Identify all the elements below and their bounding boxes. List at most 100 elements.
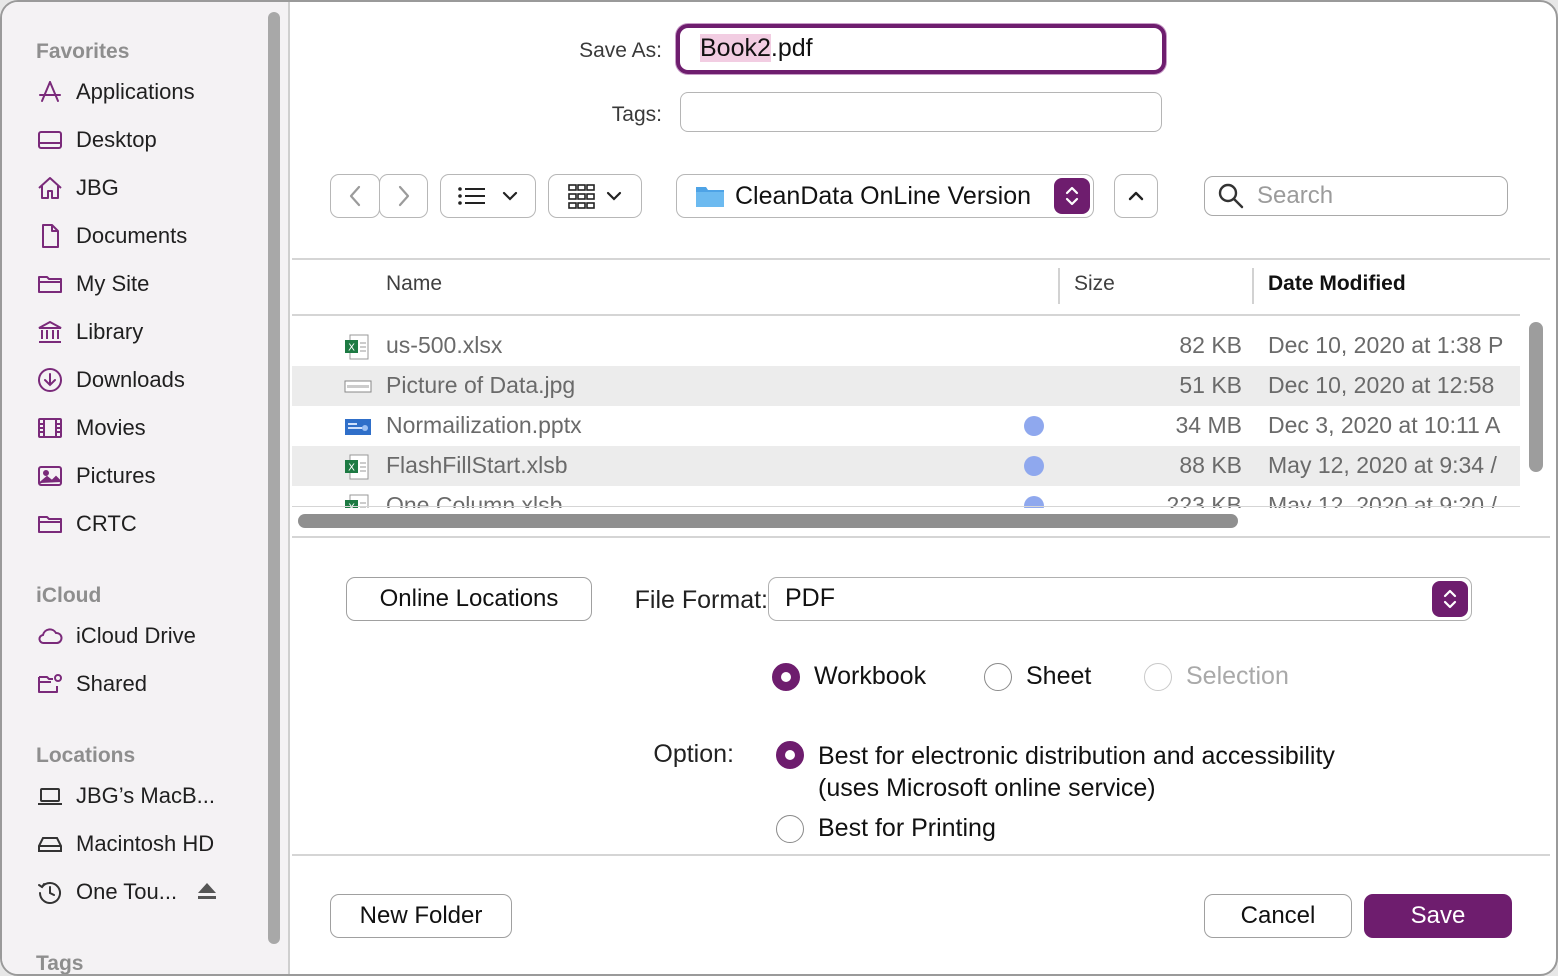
radio-best-for-distribution[interactable]: Best for electronic distribution and acc… bbox=[776, 740, 1335, 804]
sidebar-item-shared[interactable]: Shared bbox=[36, 664, 256, 704]
sidebar-item-label: Macintosh HD bbox=[76, 831, 215, 856]
sidebar-section-locations: Locations bbox=[36, 744, 136, 767]
table-row[interactable]: Picture of Data.jpg 51 KB Dec 10, 2020 a… bbox=[292, 366, 1520, 406]
toolbar-divider bbox=[292, 258, 1550, 260]
sidebar-item-jbg[interactable]: JBG bbox=[36, 168, 256, 208]
search-icon bbox=[1218, 183, 1244, 209]
radio-button-selected[interactable] bbox=[772, 663, 800, 691]
sidebar-item-label: CRTC bbox=[76, 511, 137, 536]
sidebar-item-documents[interactable]: Documents bbox=[36, 216, 256, 256]
file-size: 88 KB bbox=[1179, 452, 1242, 478]
sidebar-item-macbook[interactable]: JBG’s MacB... bbox=[36, 776, 256, 816]
chevron-up-icon bbox=[1128, 191, 1144, 201]
sidebar-item-library[interactable]: Library bbox=[36, 312, 256, 352]
online-locations-button[interactable]: Online Locations bbox=[346, 577, 592, 621]
document-icon bbox=[36, 222, 64, 250]
save-as-input[interactable]: Book2.pdf bbox=[676, 24, 1166, 74]
time-machine-icon bbox=[36, 878, 64, 906]
location-popup-stepper[interactable] bbox=[1054, 178, 1090, 214]
table-row[interactable]: X FlashFillStart.xlsb 88 KB May 12, 2020… bbox=[292, 446, 1520, 486]
cancel-button[interactable]: Cancel bbox=[1204, 894, 1352, 938]
location-popup[interactable]: CleanData OnLine Version bbox=[676, 174, 1094, 218]
file-name: FlashFillStart.xlsb bbox=[386, 452, 568, 478]
sidebar-item-one-touch[interactable]: One Tou... bbox=[36, 872, 256, 912]
file-size: 34 MB bbox=[1175, 412, 1242, 438]
radio-sheet[interactable]: Sheet bbox=[984, 662, 1091, 691]
radio-label: Best for electronic distribution and acc… bbox=[818, 742, 1335, 770]
group-view-button[interactable] bbox=[548, 174, 642, 218]
sidebar-item-crtc[interactable]: CRTC bbox=[36, 504, 256, 544]
table-row[interactable]: X us-500.xlsx 82 KB Dec 10, 2020 at 1:38… bbox=[292, 326, 1520, 366]
radio-button-selected[interactable] bbox=[776, 741, 804, 769]
sidebar-item-macintosh-hd[interactable]: Macintosh HD bbox=[36, 824, 256, 864]
cloud-icon bbox=[36, 622, 64, 650]
column-separator[interactable] bbox=[1058, 268, 1060, 304]
eject-icon[interactable] bbox=[196, 880, 218, 902]
column-header-date-modified[interactable]: Date Modified bbox=[1268, 272, 1406, 296]
excel-file-icon: X bbox=[345, 334, 369, 360]
file-list: X us-500.xlsx 82 KB Dec 10, 2020 at 1:38… bbox=[292, 326, 1520, 508]
file-format-popup[interactable]: PDF bbox=[768, 577, 1472, 621]
sidebar-scrollbar[interactable] bbox=[268, 12, 280, 944]
save-button[interactable]: Save bbox=[1364, 894, 1512, 938]
list-view-button[interactable] bbox=[440, 174, 536, 218]
radio-button[interactable] bbox=[776, 815, 804, 843]
tags-input[interactable] bbox=[680, 92, 1162, 132]
sidebar-item-applications[interactable]: Applications bbox=[36, 72, 256, 112]
forward-button[interactable] bbox=[379, 174, 428, 218]
sidebar-item-my-site[interactable]: My Site bbox=[36, 264, 256, 304]
home-icon bbox=[36, 174, 64, 202]
back-button[interactable] bbox=[330, 174, 380, 218]
sidebar-item-movies[interactable]: Movies bbox=[36, 408, 256, 448]
sidebar-item-label: Desktop bbox=[76, 127, 157, 152]
current-folder-name: CleanData OnLine Version bbox=[735, 181, 1032, 210]
file-format-stepper[interactable] bbox=[1432, 581, 1468, 617]
footer-divider bbox=[292, 854, 1550, 856]
sidebar-item-icloud-drive[interactable]: iCloud Drive bbox=[36, 616, 256, 656]
up-down-arrows-icon bbox=[1443, 589, 1457, 609]
search-field[interactable]: Search bbox=[1204, 176, 1508, 216]
file-name: us-500.xlsx bbox=[386, 332, 503, 358]
filename-selection: Book2 bbox=[700, 34, 771, 62]
movies-icon bbox=[36, 414, 64, 442]
radio-selection: Selection bbox=[1144, 662, 1289, 691]
radio-best-for-printing[interactable]: Best for Printing bbox=[776, 814, 996, 843]
horizontal-scrollbar[interactable] bbox=[298, 514, 1238, 528]
browser-divider bbox=[292, 536, 1550, 538]
sidebar-item-downloads[interactable]: Downloads bbox=[36, 360, 256, 400]
tag-dot bbox=[1024, 416, 1044, 436]
radio-label: Workbook bbox=[814, 662, 927, 690]
column-header-name[interactable]: Name bbox=[386, 272, 442, 296]
up-down-arrows-icon bbox=[1065, 186, 1079, 206]
shared-folder-icon bbox=[36, 670, 64, 698]
column-separator[interactable] bbox=[1252, 268, 1254, 304]
radio-button[interactable] bbox=[984, 663, 1012, 691]
collapse-button[interactable] bbox=[1114, 174, 1158, 218]
option-label: Option: bbox=[653, 740, 734, 768]
powerpoint-file-icon bbox=[345, 419, 371, 435]
svg-text:X: X bbox=[348, 463, 355, 474]
vertical-scrollbar[interactable] bbox=[1529, 322, 1543, 472]
disk-icon bbox=[36, 830, 64, 858]
sidebar-item-label: JBG bbox=[76, 175, 119, 200]
table-row[interactable]: X One Column.xlsb 223 KB May 12, 2020 at… bbox=[292, 486, 1520, 508]
new-folder-button[interactable]: New Folder bbox=[330, 894, 512, 938]
chevron-down-icon bbox=[502, 191, 518, 201]
sidebar-item-desktop[interactable]: Desktop bbox=[36, 120, 256, 160]
radio-label: Selection bbox=[1186, 662, 1289, 690]
sidebar-item-label: JBG’s MacB... bbox=[76, 783, 215, 808]
list-icon bbox=[458, 187, 485, 205]
sidebar-item-label: My Site bbox=[76, 271, 150, 296]
sidebar-item-label: Shared bbox=[76, 671, 147, 696]
file-date: Dec 10, 2020 at 1:38 P bbox=[1268, 332, 1504, 358]
sidebar-section-icloud: iCloud bbox=[36, 584, 102, 607]
file-format-value: PDF bbox=[785, 584, 835, 612]
sidebar-item-label: Pictures bbox=[76, 463, 156, 488]
chevron-left-icon bbox=[349, 185, 361, 207]
library-icon bbox=[36, 318, 64, 346]
column-header-size[interactable]: Size bbox=[1074, 272, 1115, 296]
radio-workbook[interactable]: Workbook bbox=[772, 662, 926, 691]
table-row[interactable]: Normailization.pptx 34 MB Dec 3, 2020 at… bbox=[292, 406, 1520, 446]
filename-extension: .pdf bbox=[770, 34, 813, 62]
sidebar-item-pictures[interactable]: Pictures bbox=[36, 456, 256, 496]
